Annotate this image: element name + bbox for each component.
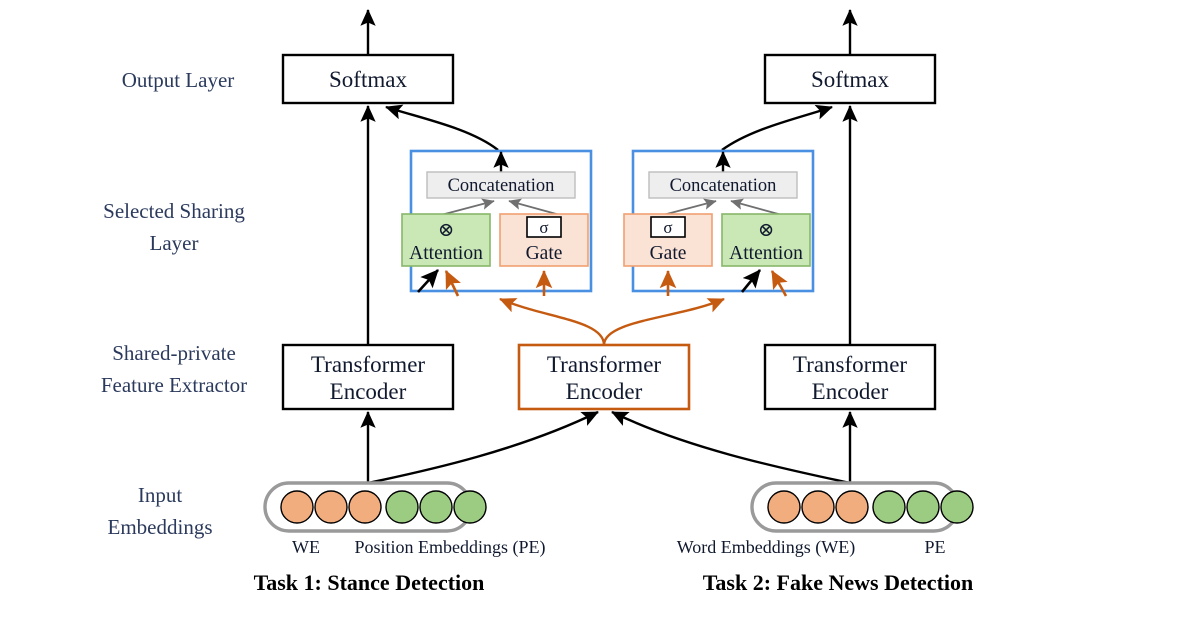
left-attention-unit: ⊗ Attention (401, 213, 491, 267)
shared-transformer-encoder-box: Transformer Encoder (517, 343, 691, 411)
right-attention-symbol: ⊗ (758, 220, 774, 241)
right-sharing-to-softmax-arrow (721, 104, 833, 151)
left-input-embedding-pill (263, 481, 487, 533)
right-word-embedding-circle (835, 490, 869, 524)
row-label-embeddings-line-2: Embeddings (108, 515, 213, 539)
left-we-caption: WE (292, 537, 320, 557)
left-gate-label: Gate (526, 243, 563, 264)
right-softmax-label: Softmax (811, 67, 889, 92)
left-encoder-label-line-2: Encoder (330, 379, 407, 404)
diagram-canvas: Output Layer Selected Sharing Layer Shar… (101, 9, 974, 595)
right-concatenation-label: Concatenation (670, 176, 777, 196)
right-word-embedding-circle (767, 490, 801, 524)
right-position-embedding-circle (906, 490, 940, 524)
right-position-embedding-circle (872, 490, 906, 524)
shared-encoder-label-line-1: Transformer (547, 352, 661, 377)
left-sharing-to-softmax-arrow (385, 104, 499, 151)
right-attention-unit: ⊗ Attention (721, 213, 811, 267)
right-position-embedding-circle (940, 490, 974, 524)
right-sharing-block: Concatenation σ Gate ⊗ Attention (623, 149, 815, 293)
row-label-shared-private-feature-extractor: Shared-private Feature Extractor (101, 341, 247, 397)
right-input-embedding-pill (750, 481, 974, 533)
row-label-extractor-line-1: Shared-private (112, 341, 236, 365)
left-gate-symbol: σ (539, 218, 548, 237)
right-we-caption: Word Embeddings (WE) (677, 537, 856, 558)
row-label-input-embeddings: Input Embeddings (108, 483, 213, 539)
task2-caption: Task 2: Fake News Detection (703, 570, 974, 595)
row-label-output-layer-line-1: Output Layer (122, 68, 235, 92)
row-label-embeddings-line-1: Input (138, 483, 182, 507)
right-attention-label: Attention (729, 243, 803, 264)
left-word-embedding-circle (348, 490, 382, 524)
left-pe-caption: Position Embeddings (PE) (354, 537, 545, 558)
task1-caption: Task 1: Stance Detection (254, 570, 485, 595)
left-encoder-label-line-1: Transformer (311, 352, 425, 377)
left-softmax-box: Softmax (281, 53, 455, 105)
right-concatenation-box: Concatenation (648, 171, 798, 199)
left-attention-symbol: ⊗ (438, 220, 454, 241)
shared-encoder-to-left-block-arrow (499, 297, 606, 346)
right-gate-unit: σ Gate (623, 213, 713, 267)
right-encoder-label-line-1: Transformer (793, 352, 907, 377)
shared-encoder-to-right-block-arrow (602, 297, 725, 346)
row-label-output-layer: Output Layer (122, 68, 235, 92)
left-attention-label: Attention (409, 243, 483, 264)
right-gate-label: Gate (650, 243, 687, 264)
shared-encoder-label-line-2: Encoder (566, 379, 643, 404)
left-embedding-to-shared-encoder-arrow (367, 410, 599, 485)
right-gate-symbol: σ (663, 218, 672, 237)
right-word-embedding-circle (801, 490, 835, 524)
row-label-selected-sharing-layer: Selected Sharing Layer (103, 199, 245, 255)
row-label-sharing-line-2: Layer (150, 231, 199, 255)
architecture-diagram: Output Layer Selected Sharing Layer Shar… (0, 0, 1200, 617)
right-encoder-label-line-2: Encoder (812, 379, 889, 404)
right-transformer-encoder-box: Transformer Encoder (763, 343, 937, 411)
row-label-sharing-line-1: Selected Sharing (103, 199, 245, 223)
left-concatenation-label: Concatenation (448, 176, 555, 196)
left-sharing-block: Concatenation ⊗ Attention σ Gate (401, 149, 593, 293)
left-concatenation-box: Concatenation (426, 171, 576, 199)
row-label-extractor-line-2: Feature Extractor (101, 373, 247, 397)
left-transformer-encoder-box: Transformer Encoder (281, 343, 455, 411)
left-softmax-label: Softmax (329, 67, 407, 92)
left-word-embedding-circle (280, 490, 314, 524)
right-pe-caption: PE (924, 537, 945, 557)
left-position-embedding-circle (385, 490, 419, 524)
right-softmax-box: Softmax (763, 53, 937, 105)
right-embedding-to-shared-encoder-arrow (611, 410, 851, 485)
left-gate-unit: σ Gate (499, 213, 589, 267)
left-position-embedding-circle (453, 490, 487, 524)
left-position-embedding-circle (419, 490, 453, 524)
left-word-embedding-circle (314, 490, 348, 524)
